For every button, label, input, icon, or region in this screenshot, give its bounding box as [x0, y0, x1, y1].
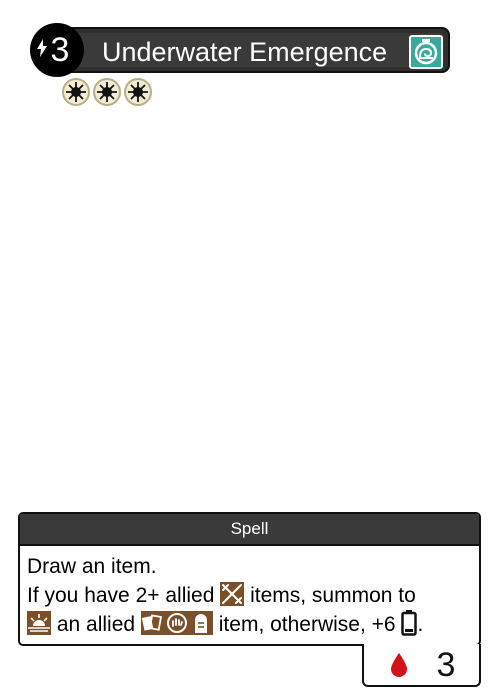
energy-cost-badge: 3: [30, 23, 84, 77]
battery-icon: [401, 610, 418, 636]
rules-text-segment: item, otherwise, +6: [218, 613, 396, 636]
card: Underwater Emergence 3 Spell Draw an ite…: [0, 0, 500, 700]
snail-stopwatch-icon: [409, 35, 443, 69]
rules-line-2: If you have 2+ allied items, summon to: [27, 581, 475, 610]
crossed-weapons-icon: [220, 582, 245, 606]
rules-text-segment: .: [417, 613, 424, 636]
card-title: Underwater Emergence: [102, 37, 388, 67]
rules-text-box: Spell Draw an item. If you have 2+ allie…: [18, 512, 481, 646]
tombstone-icon: [188, 611, 213, 635]
hand-icon: [164, 611, 189, 635]
sun-icon: [93, 78, 121, 106]
blood-drop-icon: [391, 653, 407, 677]
title-inner: Underwater Emergence: [66, 33, 444, 69]
title-bar: Underwater Emergence: [60, 27, 450, 73]
sun-icon: [62, 78, 90, 106]
rules-text-segment: If you have 2+ allied: [27, 584, 215, 607]
blood-stat-value: 3: [436, 646, 456, 684]
rules-line-1: Draw an item.: [27, 552, 475, 581]
type-line: Spell: [20, 514, 479, 546]
energy-cost-value: 3: [50, 31, 70, 69]
rules-text-segment: Draw an item.: [27, 555, 157, 578]
rules-text: Draw an item. If you have 2+ allied item…: [27, 552, 475, 639]
sun-icon: [124, 78, 152, 106]
rules-text-segment: items, summon to: [250, 584, 416, 607]
sunrise-icon: [27, 611, 51, 635]
blood-stat-box: 3: [362, 644, 481, 687]
cards-icon: [140, 611, 165, 635]
rules-line-3: an allied item, otherwise, +6 .: [27, 610, 475, 639]
rules-text-segment: an allied: [56, 613, 136, 636]
